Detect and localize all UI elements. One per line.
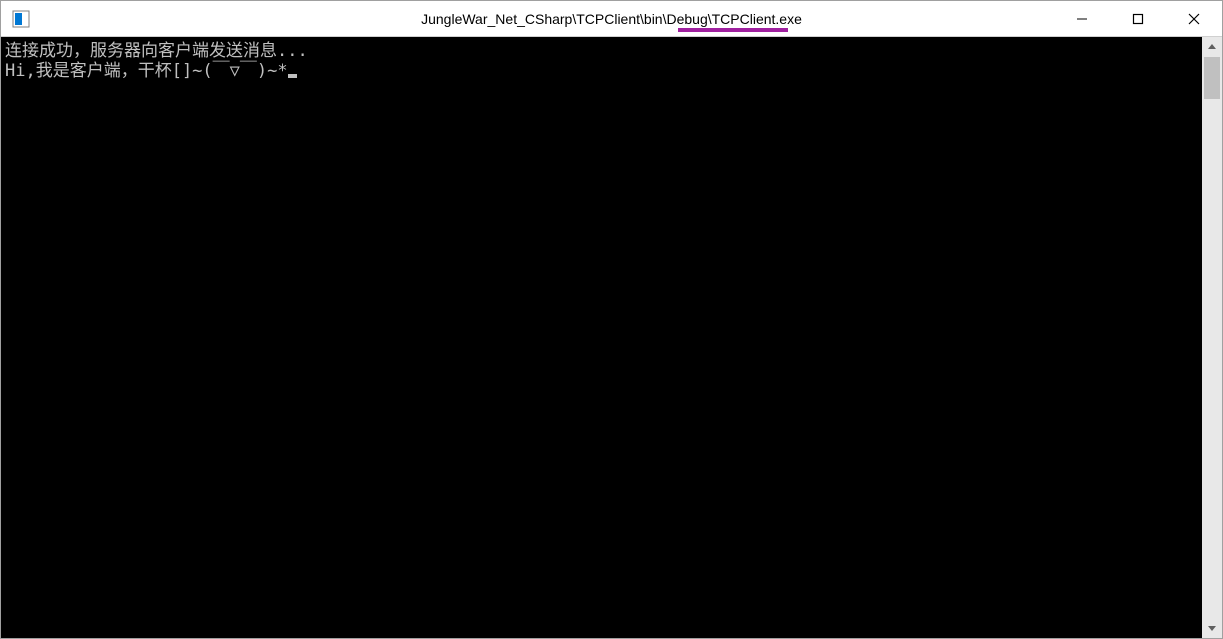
console-area: 连接成功，服务器向客户端发送消息...Hi,我是客户端，干杯[]~(￣▽￣)~* [1,37,1222,638]
titlebar[interactable]: JungleWar_Net_CSharp\TCPClient\bin\Debug… [1,1,1222,37]
scroll-thumb[interactable] [1204,57,1220,99]
maximize-button[interactable] [1110,1,1166,36]
title-underline [678,28,788,32]
vertical-scrollbar[interactable] [1202,37,1222,638]
window-title: JungleWar_Net_CSharp\TCPClient\bin\Debug… [421,11,802,27]
console-window: JungleWar_Net_CSharp\TCPClient\bin\Debug… [0,0,1223,639]
text-cursor [288,74,297,78]
app-icon [9,7,33,31]
scroll-track[interactable] [1202,57,1222,618]
window-controls [1054,1,1222,36]
close-button[interactable] [1166,1,1222,36]
console-line: Hi,我是客户端，干杯[]~(￣▽￣)~* [5,61,1198,81]
console-line: 连接成功，服务器向客户端发送消息... [5,41,1198,61]
console-output[interactable]: 连接成功，服务器向客户端发送消息...Hi,我是客户端，干杯[]~(￣▽￣)~* [1,37,1202,638]
scroll-down-button[interactable] [1202,618,1222,638]
scroll-up-button[interactable] [1202,37,1222,57]
minimize-button[interactable] [1054,1,1110,36]
